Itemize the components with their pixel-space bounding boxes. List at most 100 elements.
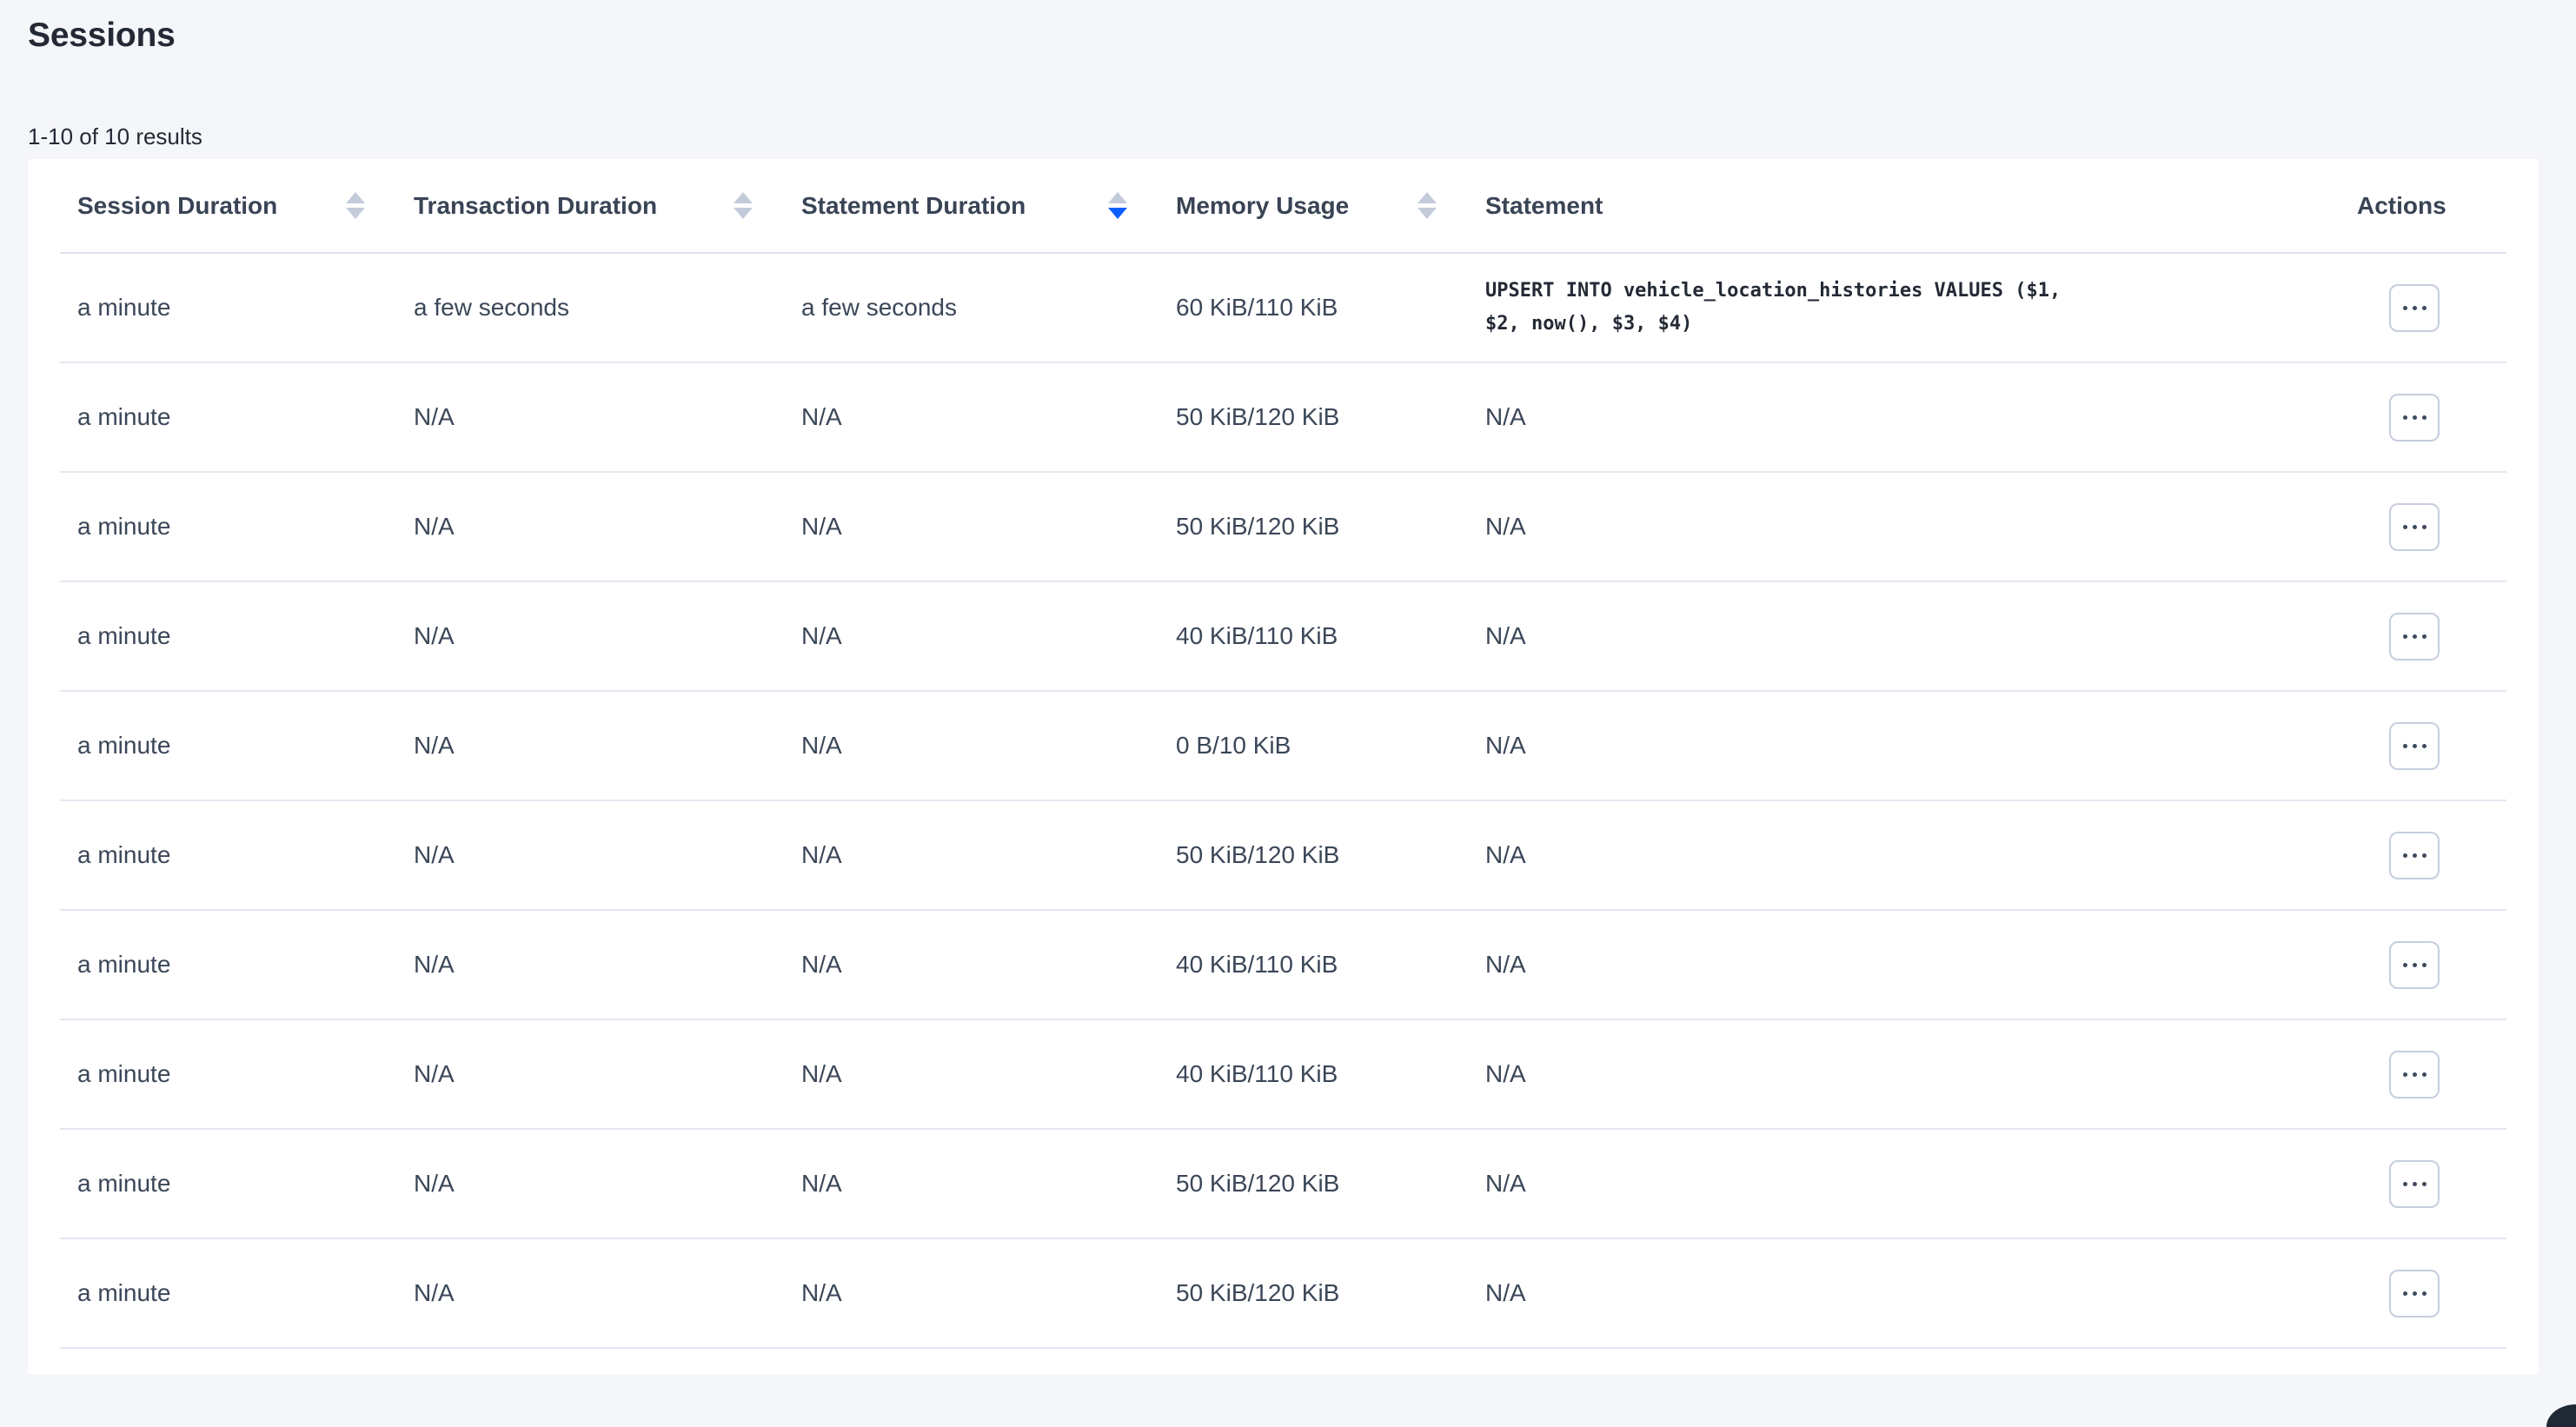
cell-value: a minute [77,1170,414,1198]
transaction-duration-cell: N/A [414,1129,801,1238]
sessions-card: Session Duration Transaction Duration [28,159,2539,1374]
table-body: a minutea few secondsa few seconds60 KiB… [60,253,2506,1348]
sort-icon[interactable] [346,192,365,219]
cell-value: 50 KiB/120 KiB [1176,513,1485,541]
cell-value: 40 KiB/110 KiB [1176,1060,1485,1088]
session-duration-cell: a minute [60,1129,414,1238]
cell-value: N/A [1485,732,2322,760]
sessions-page: Sessions 1-10 of 10 results Session Dura… [0,0,2576,1427]
cell-value: N/A [1485,622,2322,650]
actions-cell [2322,472,2506,581]
cell-value: N/A [801,513,1176,541]
row-actions-button[interactable] [2389,941,2440,989]
session-duration-cell: a minute [60,691,414,800]
table-header: Session Duration Transaction Duration [60,159,2506,253]
cell-value: 40 KiB/110 KiB [1176,951,1485,979]
statement-cell: N/A [1485,472,2322,581]
sort-desc-icon [1108,208,1127,219]
statement-cell: N/A [1485,1129,2322,1238]
row-actions-button[interactable] [2389,722,2440,770]
statement-duration-cell: N/A [801,1129,1176,1238]
actions-cell [2322,691,2506,800]
sort-desc-icon [734,208,753,219]
cell-value: N/A [414,403,801,431]
memory-usage-cell: 40 KiB/110 KiB [1176,1019,1485,1129]
statement-cell: N/A [1485,691,2322,800]
cell-value: N/A [414,1060,801,1088]
ellipsis-icon [2403,415,2427,420]
row-actions-button[interactable] [2389,394,2440,441]
column-header-label: Statement Duration [801,192,1026,220]
cell-value: 40 KiB/110 KiB [1176,622,1485,650]
cell-value: a minute [77,1279,414,1307]
sort-icon[interactable] [1417,192,1437,219]
cell-value: N/A [1485,1279,2322,1307]
column-header-actions: Actions [2322,159,2506,253]
column-header-label: Actions [2357,192,2447,220]
ellipsis-icon [2403,963,2427,967]
sort-asc-icon [1417,192,1437,203]
actions-cell [2322,800,2506,910]
cursor-corner-artifact [2546,1404,2576,1427]
actions-cell [2322,253,2506,362]
statement-cell: N/A [1485,1019,2322,1129]
cell-value: a minute [77,403,414,431]
ellipsis-icon [2403,853,2427,858]
table-row: a minuteN/AN/A50 KiB/120 KiBN/A [60,800,2506,910]
statement-duration-cell: N/A [801,1019,1176,1129]
ellipsis-icon [2403,1182,2427,1186]
row-actions-button[interactable] [2389,284,2440,332]
column-header-session-duration[interactable]: Session Duration [60,159,414,253]
row-actions-button[interactable] [2389,613,2440,660]
cell-value: a minute [77,1060,414,1088]
memory-usage-cell: 50 KiB/120 KiB [1176,472,1485,581]
statement-duration-cell: N/A [801,1238,1176,1348]
sort-desc-icon [346,208,365,219]
statement-cell: UPSERT INTO vehicle_location_histories V… [1485,253,2322,362]
cell-value: a minute [77,622,414,650]
column-header-memory-usage[interactable]: Memory Usage [1176,159,1485,253]
memory-usage-cell: 60 KiB/110 KiB [1176,253,1485,362]
memory-usage-cell: 40 KiB/110 KiB [1176,910,1485,1019]
sessions-table: Session Duration Transaction Duration [60,159,2506,1349]
sort-asc-icon [346,192,365,203]
cell-value: a minute [77,294,414,322]
row-actions-button[interactable] [2389,1160,2440,1208]
statement-cell: N/A [1485,800,2322,910]
transaction-duration-cell: N/A [414,362,801,472]
cell-value: N/A [1485,403,2322,431]
cell-value: N/A [414,951,801,979]
cell-value: 0 B/10 KiB [1176,732,1485,760]
transaction-duration-cell: N/A [414,1238,801,1348]
row-actions-button[interactable] [2389,1270,2440,1317]
cell-value: N/A [801,841,1176,869]
cell-value: N/A [414,513,801,541]
column-header-transaction-duration[interactable]: Transaction Duration [414,159,801,253]
cell-value: N/A [801,1170,1176,1198]
sort-icon[interactable] [734,192,753,219]
column-header-statement: Statement [1485,159,2322,253]
actions-cell [2322,1129,2506,1238]
cell-value: N/A [801,951,1176,979]
results-count: 1-10 of 10 results [28,123,2576,149]
cell-value: a minute [77,513,414,541]
cell-value: N/A [414,622,801,650]
actions-cell [2322,362,2506,472]
column-header-label: Statement [1485,192,1603,220]
transaction-duration-cell: N/A [414,1019,801,1129]
table-row: a minuteN/AN/A50 KiB/120 KiBN/A [60,1238,2506,1348]
row-actions-button[interactable] [2389,1051,2440,1098]
cell-value: 50 KiB/120 KiB [1176,1279,1485,1307]
column-header-statement-duration[interactable]: Statement Duration [801,159,1176,253]
cell-value: N/A [1485,1170,2322,1198]
row-actions-button[interactable] [2389,832,2440,879]
column-header-label: Memory Usage [1176,192,1349,220]
statement-cell: N/A [1485,581,2322,691]
sort-icon-active-desc[interactable] [1108,192,1127,219]
transaction-duration-cell: N/A [414,910,801,1019]
table-row: a minutea few secondsa few seconds60 KiB… [60,253,2506,362]
row-actions-button[interactable] [2389,503,2440,551]
statement-cell: N/A [1485,362,2322,472]
table-row: a minuteN/AN/A40 KiB/110 KiBN/A [60,581,2506,691]
session-duration-cell: a minute [60,910,414,1019]
